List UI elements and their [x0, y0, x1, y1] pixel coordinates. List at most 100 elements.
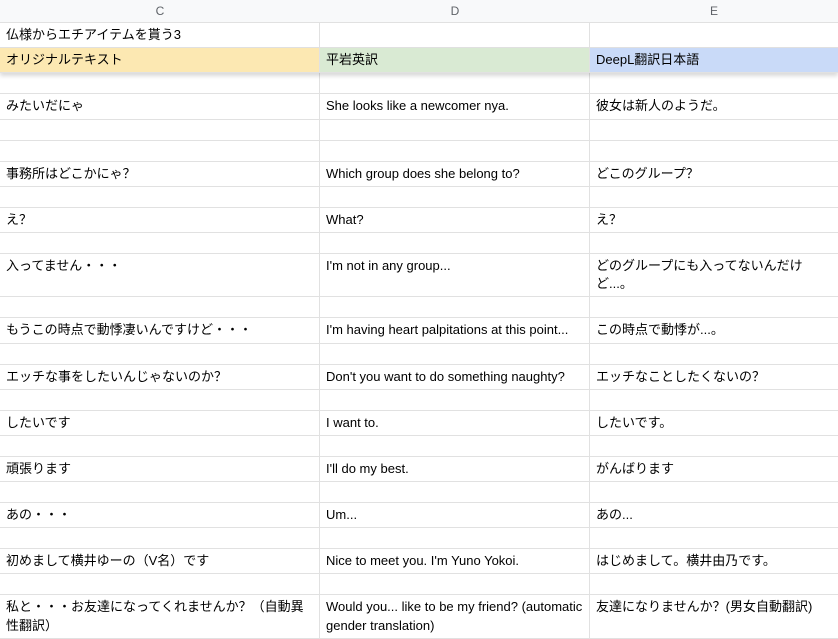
cell-col-e[interactable] — [590, 482, 838, 502]
cell-col-c[interactable] — [0, 141, 320, 161]
cell-col-d[interactable] — [320, 390, 590, 410]
cell-col-d[interactable]: What? — [320, 208, 590, 232]
cell-col-d[interactable]: Nice to meet you. I'm Yuno Yokoi. — [320, 549, 590, 573]
cell-col-d[interactable]: I want to. — [320, 411, 590, 435]
table-row: もうこの時点で動悸凄いんですけど・・・I'm having heart palp… — [0, 318, 838, 343]
cell-col-c[interactable]: みたいだにゃ — [0, 94, 320, 118]
cell-col-c[interactable] — [0, 482, 320, 502]
sheet-title-cell[interactable]: 仏様からエチアイテムを貰う3 — [0, 23, 320, 47]
cell-col-e[interactable] — [590, 390, 838, 410]
cell-col-d[interactable]: She looks like a newcomer nya. — [320, 94, 590, 118]
cell-col-d[interactable] — [320, 233, 590, 253]
cell-col-e[interactable] — [590, 436, 838, 456]
cell-col-d[interactable]: I'll do my best. — [320, 457, 590, 481]
header-deepl-translation[interactable]: DeepL翻訳日本語 — [590, 48, 838, 72]
table-row — [0, 297, 838, 318]
table-row — [0, 344, 838, 365]
cell-col-c[interactable] — [0, 344, 320, 364]
cell-col-d[interactable] — [320, 436, 590, 456]
cell-col-c[interactable] — [0, 297, 320, 317]
column-header-e[interactable]: E — [590, 0, 838, 23]
cell-col-e[interactable]: エッチなことしたくないの？ — [590, 365, 838, 389]
data-rows: みたいだにゃShe looks like a newcomer nya.彼女は新… — [0, 73, 838, 638]
table-row: 初めまして横井ゆーの（V名）ですNice to meet you. I'm Yu… — [0, 549, 838, 574]
cell-col-c[interactable]: エッチな事をしたいんじゃないのか？ — [0, 365, 320, 389]
cell-col-d[interactable] — [320, 141, 590, 161]
table-row — [0, 574, 838, 595]
cell-col-d[interactable] — [320, 482, 590, 502]
cell-col-c[interactable]: あの・・・ — [0, 503, 320, 527]
cell-col-c[interactable]: 頑張ります — [0, 457, 320, 481]
cell-col-c[interactable] — [0, 436, 320, 456]
cell-col-c[interactable] — [0, 187, 320, 207]
cell-col-d[interactable]: Um... — [320, 503, 590, 527]
table-row: あの・・・Um...あの... — [0, 503, 838, 528]
cell-col-e[interactable] — [590, 574, 838, 594]
cell-col-d[interactable] — [320, 297, 590, 317]
cell-col-c[interactable] — [0, 390, 320, 410]
cell-col-c[interactable]: 入ってません・・・ — [0, 254, 320, 296]
cell-col-c[interactable] — [0, 120, 320, 140]
cell-col-d[interactable]: Don't you want to do something naughty? — [320, 365, 590, 389]
cell-col-e[interactable]: あの... — [590, 503, 838, 527]
cell-col-c[interactable] — [0, 73, 320, 93]
header-row: オリジナルテキスト 平岩英訳 DeepL翻訳日本語 — [0, 48, 838, 73]
cell-col-e[interactable] — [590, 344, 838, 364]
cell-col-c[interactable]: 私と・・・お友達になってくれませんか？（自動異性翻訳） — [0, 595, 320, 637]
cell-col-e[interactable]: 彼女は新人のようだ。 — [590, 94, 838, 118]
cell-col-e[interactable] — [590, 528, 838, 548]
cell-col-e[interactable]: したいです。 — [590, 411, 838, 435]
header-hiraiwa-translation[interactable]: 平岩英訳 — [320, 48, 590, 72]
cell-col-e[interactable]: がんばります — [590, 457, 838, 481]
column-header-c[interactable]: C — [0, 0, 320, 23]
cell-col-c[interactable] — [0, 233, 320, 253]
cell-col-d[interactable] — [320, 120, 590, 140]
table-row — [0, 141, 838, 162]
cell-col-d[interactable]: I'm not in any group... — [320, 254, 590, 296]
cell-col-d[interactable] — [320, 73, 590, 93]
column-header-row: C D E — [0, 0, 838, 23]
cell-col-c[interactable]: 事務所はどこかにゃ？ — [0, 162, 320, 186]
table-row: 事務所はどこかにゃ？Which group does she belong to… — [0, 162, 838, 187]
cell-col-e[interactable]: どこのグループ？ — [590, 162, 838, 186]
cell-col-e[interactable] — [590, 233, 838, 253]
cell-col-c[interactable]: もうこの時点で動悸凄いんですけど・・・ — [0, 318, 320, 342]
cell-col-c[interactable]: 初めまして横井ゆーの（V名）です — [0, 549, 320, 573]
table-row: したいですI want to.したいです。 — [0, 411, 838, 436]
cell-col-c[interactable] — [0, 574, 320, 594]
table-row: 私と・・・お友達になってくれませんか？（自動異性翻訳）Would you... … — [0, 595, 838, 638]
cell-col-e[interactable] — [590, 141, 838, 161]
cell-col-d[interactable] — [320, 574, 590, 594]
table-row — [0, 233, 838, 254]
table-row — [0, 390, 838, 411]
cell-col-d[interactable] — [320, 344, 590, 364]
cell-col-e[interactable]: 友達になりませんか？(男女自動翻訳) — [590, 595, 838, 637]
table-row: 入ってません・・・I'm not in any group...どのグループにも… — [0, 254, 838, 297]
table-row — [0, 187, 838, 208]
cell-col-d[interactable]: I'm having heart palpitations at this po… — [320, 318, 590, 342]
cell-col-e[interactable]: どのグループにも入ってないんだけど...。 — [590, 254, 838, 296]
cell-col-e[interactable] — [590, 297, 838, 317]
table-row — [0, 73, 838, 94]
cell-col-e[interactable] — [590, 120, 838, 140]
cell-col-d[interactable] — [320, 528, 590, 548]
cell-col-e[interactable]: はじめまして。横井由乃です。 — [590, 549, 838, 573]
cell-col-c[interactable]: え？ — [0, 208, 320, 232]
cell-col-c[interactable]: したいです — [0, 411, 320, 435]
cell-col-d[interactable] — [320, 187, 590, 207]
header-original-text[interactable]: オリジナルテキスト — [0, 48, 320, 72]
cell-col-e[interactable]: え？ — [590, 208, 838, 232]
empty-cell[interactable] — [590, 23, 838, 47]
empty-cell[interactable] — [320, 23, 590, 47]
table-row: みたいだにゃShe looks like a newcomer nya.彼女は新… — [0, 94, 838, 119]
column-header-d[interactable]: D — [320, 0, 590, 23]
table-row: え？What?え？ — [0, 208, 838, 233]
table-row — [0, 120, 838, 141]
cell-col-c[interactable] — [0, 528, 320, 548]
cell-col-e[interactable] — [590, 73, 838, 93]
cell-col-d[interactable]: Would you... like to be my friend? (auto… — [320, 595, 590, 637]
cell-col-e[interactable]: この時点で動悸が...。 — [590, 318, 838, 342]
cell-col-e[interactable] — [590, 187, 838, 207]
cell-col-d[interactable]: Which group does she belong to? — [320, 162, 590, 186]
spreadsheet: C D E 仏様からエチアイテムを貰う3 オリジナルテキスト 平岩英訳 Deep… — [0, 0, 838, 639]
